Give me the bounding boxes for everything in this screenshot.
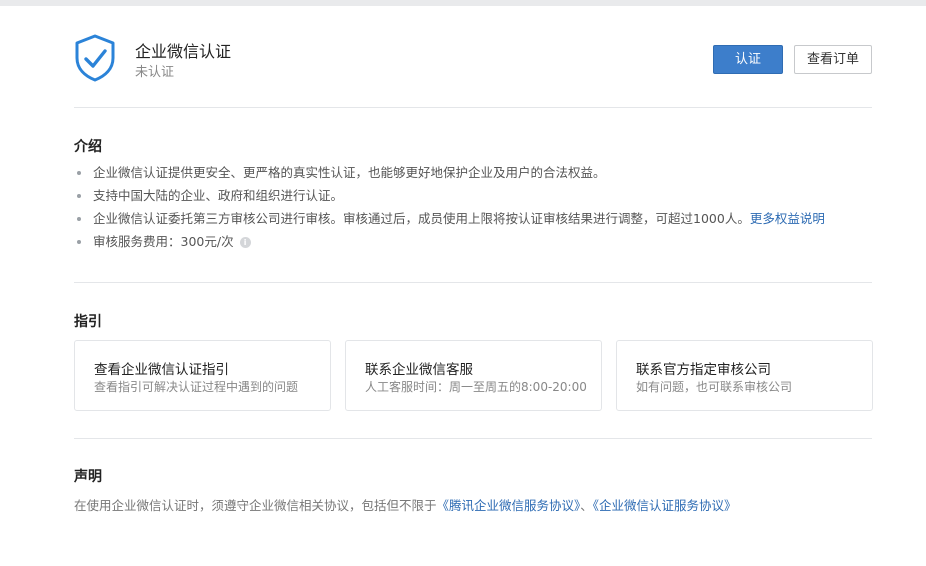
intro-heading: 介绍 (74, 139, 102, 155)
guide-card-audit-company[interactable]: 联系官方指定审核公司 如有问题，也可联系审核公司 (616, 340, 873, 411)
divider (74, 438, 872, 439)
guide-cards: 查看企业微信认证指引 查看指引可解决认证过程中遇到的问题 联系企业微信客服 人工… (74, 340, 873, 411)
intro-item: 审核服务费用：300元/次 i (74, 233, 872, 256)
intro-item-text: 企业微信认证委托第三方审核公司进行审核。审核通过后，成员使用上限将按认证审核结果… (93, 211, 750, 226)
intro-item: 企业微信认证委托第三方审核公司进行审核。审核通过后，成员使用上限将按认证审核结果… (74, 210, 872, 233)
header: 企业微信认证 未认证 认证 查看订单 (74, 34, 872, 90)
separator: 、 (580, 498, 593, 513)
top-bar (0, 0, 926, 6)
intro-item-text: 支持中国大陆的企业、政府和组织进行认证。 (93, 188, 344, 203)
page-title: 企业微信认证 (135, 42, 232, 61)
intro-item-text: 企业微信认证提供更安全、更严格的真实性认证，也能够更好地保护企业及用户的合法权益… (93, 165, 606, 180)
statement-text: 在使用企业微信认证时，须遵守企业微信相关协议，包括但不限于《腾讯企业微信服务协议… (74, 495, 737, 514)
card-title: 联系企业微信客服 (365, 362, 473, 378)
more-benefits-link[interactable]: 更多权益说明 (750, 211, 825, 226)
card-title: 联系官方指定审核公司 (636, 362, 771, 378)
statement-body: 在使用企业微信认证时，须遵守企业微信相关协议，包括但不限于 (74, 498, 437, 513)
divider (74, 107, 872, 108)
card-title: 查看企业微信认证指引 (94, 362, 229, 378)
intro-item: 支持中国大陆的企业、政府和组织进行认证。 (74, 187, 872, 210)
intro-list: 企业微信认证提供更安全、更严格的真实性认证，也能够更好地保护企业及用户的合法权益… (74, 164, 872, 256)
guide-card-verification-guide[interactable]: 查看企业微信认证指引 查看指引可解决认证过程中遇到的问题 (74, 340, 331, 411)
guide-heading: 指引 (74, 314, 102, 330)
tencent-service-agreement-link[interactable]: 《腾讯企业微信服务协议》 (437, 498, 581, 513)
status-text: 未认证 (135, 65, 175, 80)
info-icon[interactable]: i (239, 237, 251, 248)
view-orders-button[interactable]: 查看订单 (794, 45, 872, 74)
shield-check-icon (75, 34, 115, 82)
verification-service-agreement-link[interactable]: 《企业微信认证服务协议》 (593, 498, 737, 513)
divider (74, 282, 872, 283)
guide-card-customer-service[interactable]: 联系企业微信客服 人工客服时间：周一至周五的8:00-20:00 (345, 340, 602, 411)
card-desc: 如有问题，也可联系审核公司 (636, 380, 793, 394)
card-desc: 查看指引可解决认证过程中遇到的问题 (94, 380, 299, 394)
verify-button[interactable]: 认证 (713, 45, 783, 74)
intro-item: 企业微信认证提供更安全、更严格的真实性认证，也能够更好地保护企业及用户的合法权益… (74, 164, 872, 187)
card-desc: 人工客服时间：周一至周五的8:00-20:00 (365, 380, 587, 394)
statement-heading: 声明 (74, 469, 102, 485)
intro-item-text: 审核服务费用：300元/次 (93, 234, 234, 249)
